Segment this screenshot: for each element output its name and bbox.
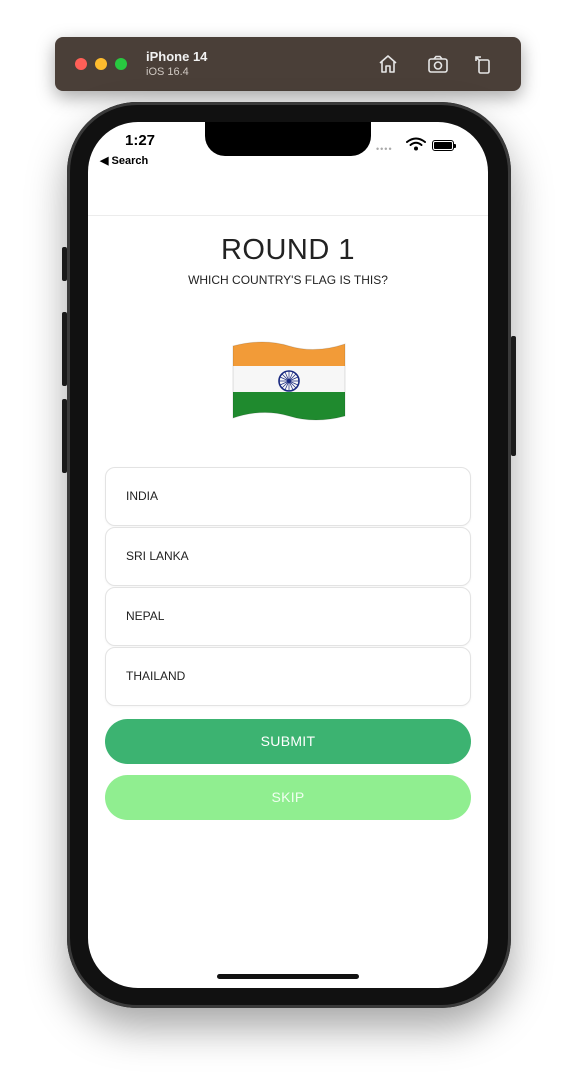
minimize-window-button[interactable] [95,58,107,70]
signal-icon: •••• [376,144,393,154]
screenshot-icon[interactable] [426,52,450,76]
os-version: iOS 16.4 [146,66,189,78]
back-to-search-link[interactable]: ◀ Search [100,154,148,167]
option-india[interactable]: INDIA [105,467,471,526]
mute-switch[interactable] [62,247,67,281]
status-time: 1:27 [125,132,156,149]
round-title: ROUND 1 [220,234,355,266]
close-window-button[interactable] [75,58,87,70]
home-indicator[interactable] [217,974,359,979]
option-label: NEPAL [126,609,165,623]
option-label: INDIA [126,489,159,503]
skip-button[interactable]: SKIP [105,775,471,820]
question-text: WHICH COUNTRY'S FLAG IS THIS? [188,273,388,287]
option-nepal[interactable]: NEPAL [105,587,471,646]
volume-up-button[interactable] [62,312,67,386]
option-label: THAILAND [126,669,186,683]
home-icon[interactable] [376,52,400,76]
submit-button[interactable]: SUBMIT [105,719,471,764]
header-divider [88,215,488,216]
zoom-window-button[interactable] [115,58,127,70]
option-label: SRI LANKA [126,549,189,563]
device-name: iPhone 14 [146,49,208,64]
wifi-icon [406,137,426,151]
power-button[interactable] [511,336,516,456]
india-flag-icon [232,341,346,421]
notch [205,122,371,156]
battery-icon [432,140,456,151]
simulator-toolbar: iPhone 14 iOS 16.4 [55,37,521,91]
option-sri-lanka[interactable]: SRI LANKA [105,527,471,586]
phone-screen: 1:27 ◀ Search •••• ROUND 1 WHICH COUNTRY… [88,122,488,988]
volume-down-button[interactable] [62,399,67,473]
rotate-icon[interactable] [471,52,495,76]
option-thailand[interactable]: THAILAND [105,647,471,706]
